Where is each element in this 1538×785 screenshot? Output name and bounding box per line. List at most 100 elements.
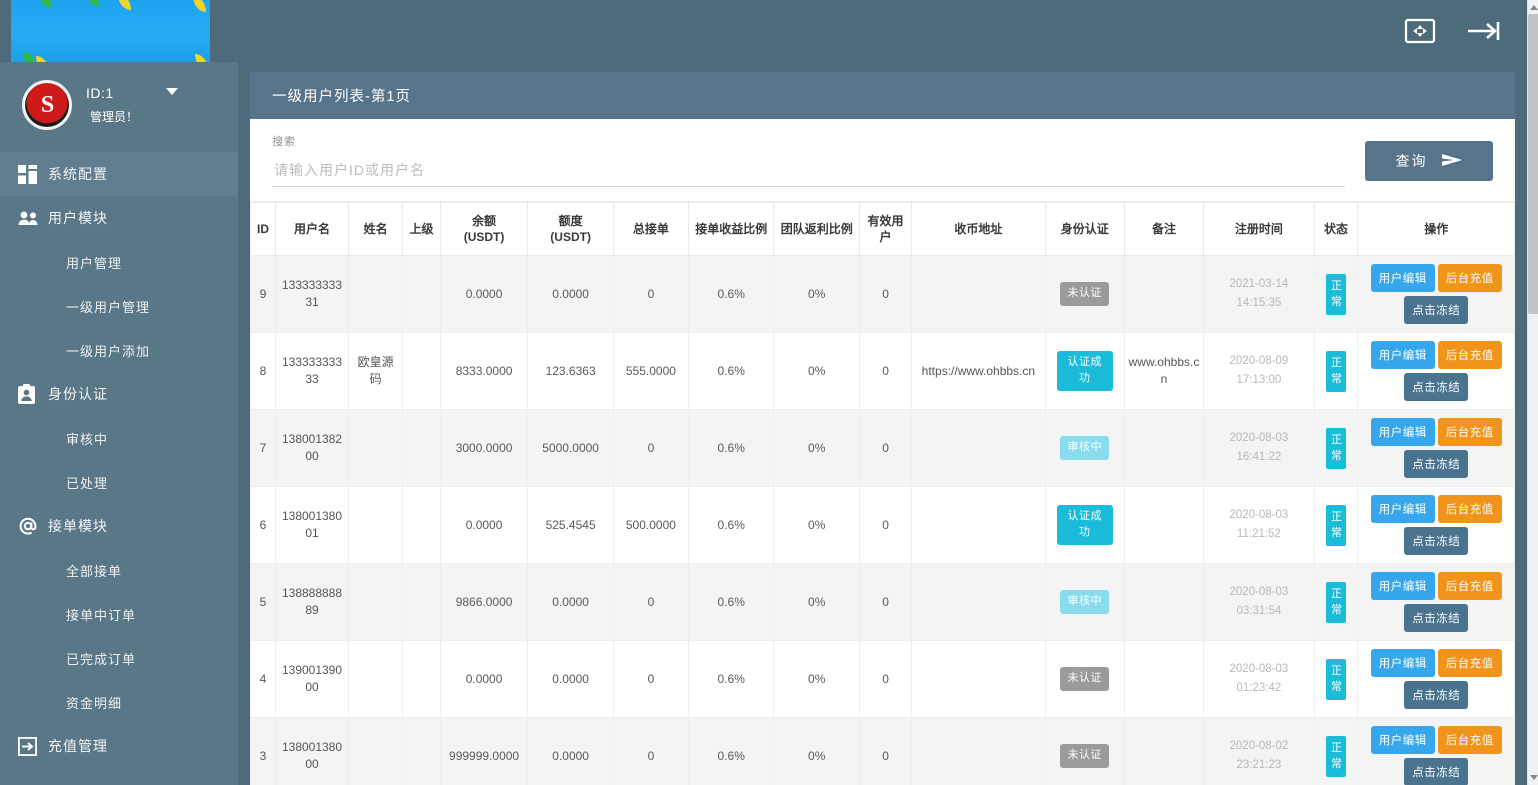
sidebar-item-3[interactable]: 一级用户管理 (0, 284, 238, 328)
row-actions: 用户编辑后台充值点击冻结 (1361, 264, 1511, 324)
edit-user-button[interactable]: 用户编辑 (1371, 572, 1435, 600)
sidebar-item-12[interactable]: 资金明细 (0, 680, 238, 724)
sidebar-user-block[interactable]: S ID:1 管理员！ (0, 62, 238, 152)
sidebar-item-13[interactable]: 充值管理 (0, 724, 238, 768)
cell-parent (403, 256, 441, 333)
sidebar-item-0[interactable]: 系统配置 (0, 152, 238, 196)
cell-balance: 0.0000 (440, 487, 528, 564)
chevron-down-icon[interactable] (166, 88, 178, 95)
table-header-cell-13: 注册时间 (1204, 203, 1315, 256)
cell-order-rate: 0.6% (688, 256, 774, 333)
cell-reg-time: 2020-08-0301:23:42 (1204, 641, 1315, 718)
row-actions: 用户编辑后台充值点击冻结 (1361, 341, 1511, 401)
auth-status-badge[interactable]: 未认证 (1060, 667, 1109, 691)
table-head: ID用户名姓名上级余额(USDT)额度(USDT)总接单接单收益比例团队返利比例… (251, 203, 1515, 256)
cell-reg-time: 2020-08-0311:21:52 (1204, 487, 1315, 564)
edit-user-button[interactable]: 用户编辑 (1371, 726, 1435, 754)
edit-user-button[interactable]: 用户编辑 (1371, 264, 1435, 292)
sidebar-item-2[interactable]: 用户管理 (0, 240, 238, 284)
cell-parent (403, 641, 441, 718)
cell-balance: 8333.0000 (440, 333, 528, 410)
reg-time: 14:15:35 (1207, 294, 1311, 314)
edit-user-button[interactable]: 用户编辑 (1371, 418, 1435, 446)
freeze-user-button[interactable]: 点击冻结 (1404, 373, 1468, 401)
users-icon (18, 211, 48, 226)
sidebar-item-label: 一级用户添加 (66, 341, 150, 360)
cell-quota: 525.4545 (528, 487, 614, 564)
fullscreen-icon[interactable] (1404, 17, 1436, 45)
sidebar-item-4[interactable]: 一级用户添加 (0, 328, 238, 372)
auth-status-badge[interactable]: 未认证 (1060, 282, 1109, 306)
auth-status-badge[interactable]: 审核中 (1060, 590, 1109, 614)
sidebar-item-8[interactable]: 接单模块 (0, 504, 238, 548)
cell-valid-users: 0 (859, 487, 911, 564)
user-role-label: 管理员！ (86, 108, 138, 125)
sidebar-item-label: 资金明细 (66, 693, 122, 712)
cell-total-orders: 0 (613, 256, 688, 333)
cell-team-rate: 0% (774, 256, 860, 333)
freeze-user-button[interactable]: 点击冻结 (1404, 527, 1468, 555)
status-badge[interactable]: 正常 (1326, 582, 1346, 623)
sidebar-item-7[interactable]: 已处理 (0, 460, 238, 504)
backend-recharge-button[interactable]: 后台充值 (1438, 572, 1502, 600)
status-badge[interactable]: 正常 (1326, 659, 1346, 700)
table-row: 7138001382003000.00005000.000000.6%0%0审核… (251, 410, 1515, 487)
cell-total-orders: 0 (613, 410, 688, 487)
sidebar-item-10[interactable]: 接单中订单 (0, 592, 238, 636)
backend-recharge-button[interactable]: 后台充值 (1438, 341, 1502, 369)
table-header-cell-8: 团队返利比例 (774, 203, 860, 256)
auth-status-badge[interactable]: 认证成功 (1057, 505, 1113, 545)
sidebar-item-5[interactable]: 身份认证 (0, 372, 238, 416)
sidebar-item-11[interactable]: 已完成订单 (0, 636, 238, 680)
sidebar-item-label: 身份认证 (48, 384, 108, 404)
cell-status: 正常 (1314, 564, 1358, 641)
freeze-user-button[interactable]: 点击冻结 (1404, 758, 1468, 785)
edit-user-button[interactable]: 用户编辑 (1371, 649, 1435, 677)
cell-order-rate: 0.6% (688, 564, 774, 641)
top-bar-icons (1404, 17, 1527, 45)
auth-status-badge[interactable]: 审核中 (1060, 436, 1109, 460)
backend-recharge-button[interactable]: 后台充值 (1438, 495, 1502, 523)
sidebar-item-label: 用户管理 (66, 253, 122, 272)
auth-status-badge[interactable]: 认证成功 (1057, 351, 1113, 391)
logout-arrow-icon[interactable] (1466, 18, 1502, 44)
backend-recharge-button[interactable]: 后台充值 (1438, 264, 1502, 292)
scroll-up-icon[interactable] (1530, 5, 1538, 10)
table-header-cell-12: 备注 (1124, 203, 1203, 256)
backend-recharge-button[interactable]: 后台充值 (1438, 418, 1502, 446)
cell-reg-time: 2020-08-0316:41:22 (1204, 410, 1315, 487)
backend-recharge-button[interactable]: 后台充值 (1438, 726, 1502, 754)
cell-wallet (912, 256, 1045, 333)
cell-id: 4 (251, 641, 276, 718)
table-row: 9133333333310.00000.000000.6%0%0未认证2021-… (251, 256, 1515, 333)
status-badge[interactable]: 正常 (1326, 505, 1346, 546)
edit-user-button[interactable]: 用户编辑 (1371, 341, 1435, 369)
freeze-user-button[interactable]: 点击冻结 (1404, 681, 1468, 709)
send-arrow-icon (1441, 152, 1463, 171)
sidebar-item-9[interactable]: 全部接单 (0, 548, 238, 592)
scroll-down-icon[interactable] (1530, 775, 1538, 780)
status-badge[interactable]: 正常 (1326, 351, 1346, 392)
page-scrollbar[interactable] (1527, 0, 1538, 785)
cell-auth: 审核中 (1045, 410, 1124, 487)
freeze-user-button[interactable]: 点击冻结 (1404, 450, 1468, 478)
search-input[interactable] (272, 158, 1345, 187)
auth-status-badge[interactable]: 未认证 (1060, 744, 1109, 768)
scrollbar-thumb[interactable] (1528, 14, 1538, 314)
backend-recharge-button[interactable]: 后台充值 (1438, 649, 1502, 677)
table-header-cell-15: 操作 (1358, 203, 1515, 256)
cell-total-orders: 500.0000 (613, 487, 688, 564)
status-badge[interactable]: 正常 (1326, 736, 1346, 777)
cell-valid-users: 0 (859, 256, 911, 333)
cell-remark: www.ohbbs.cn (1124, 333, 1203, 410)
freeze-user-button[interactable]: 点击冻结 (1404, 604, 1468, 632)
row-actions: 用户编辑后台充值点击冻结 (1361, 572, 1511, 632)
sidebar-item-1[interactable]: 用户模块 (0, 196, 238, 240)
cell-order-rate: 0.6% (688, 333, 774, 410)
sidebar-item-6[interactable]: 审核中 (0, 416, 238, 460)
freeze-user-button[interactable]: 点击冻结 (1404, 296, 1468, 324)
edit-user-button[interactable]: 用户编辑 (1371, 495, 1435, 523)
status-badge[interactable]: 正常 (1326, 274, 1346, 315)
search-submit-button[interactable]: 查询 (1365, 141, 1493, 181)
status-badge[interactable]: 正常 (1326, 428, 1346, 469)
